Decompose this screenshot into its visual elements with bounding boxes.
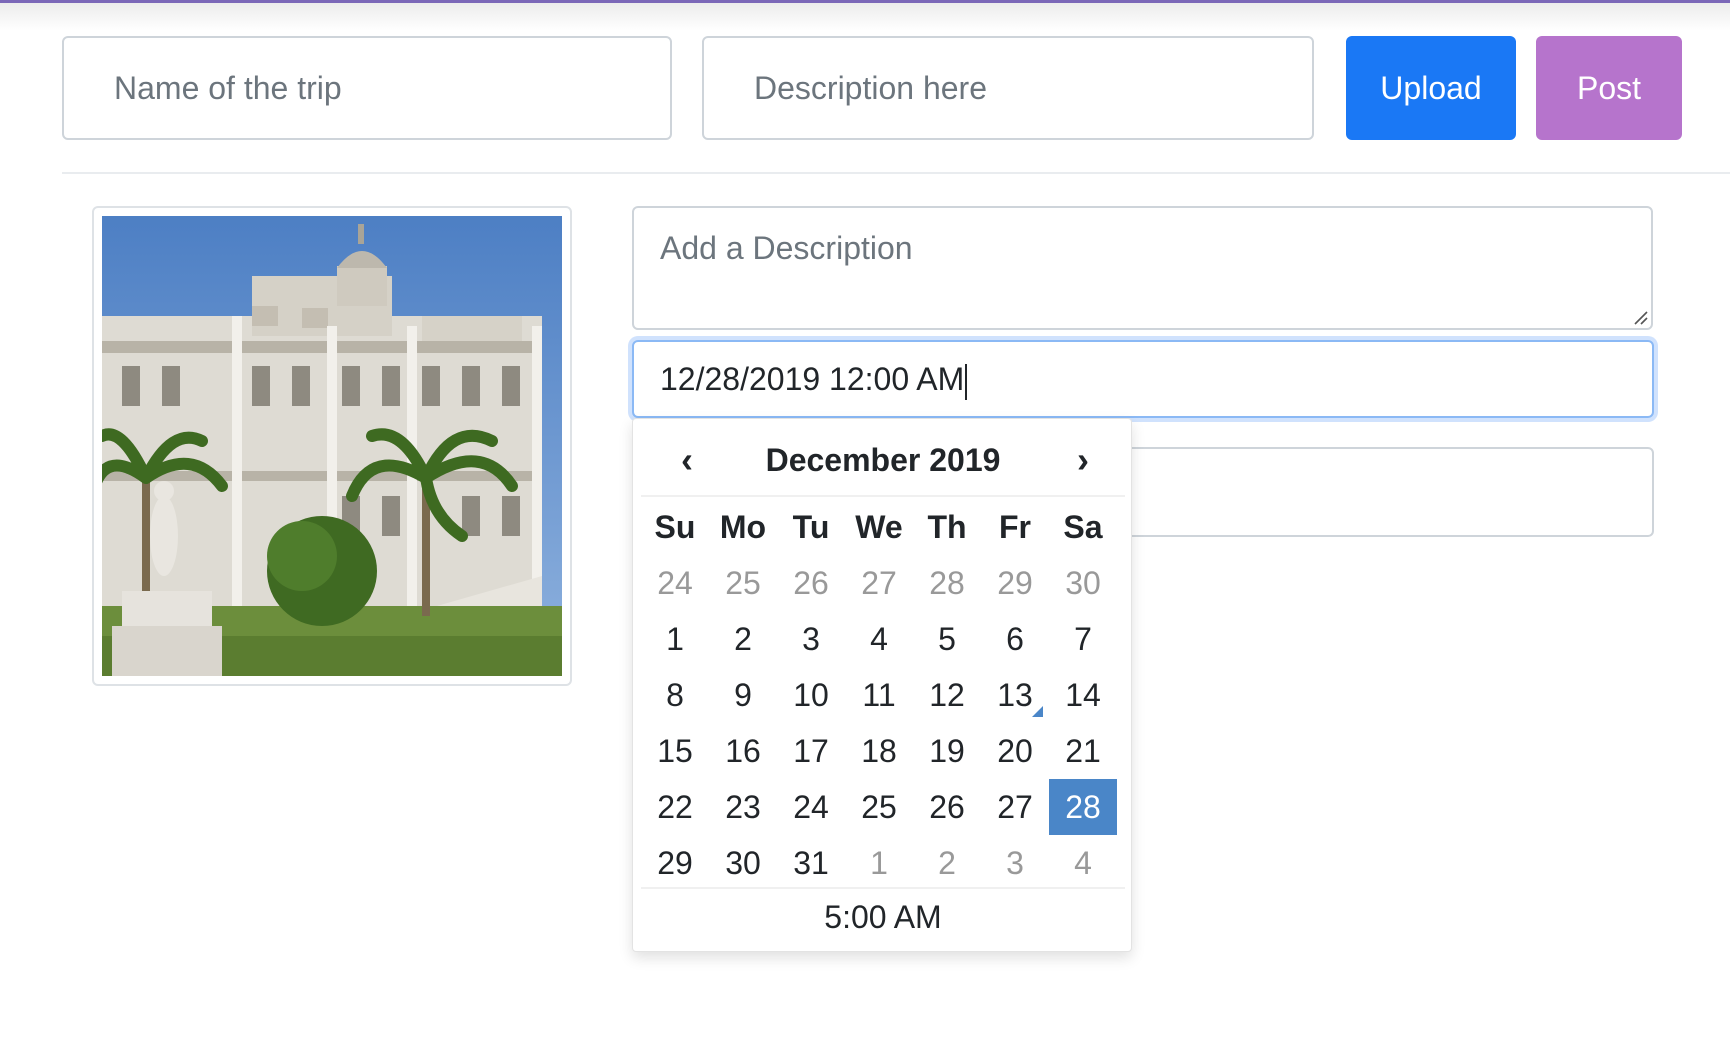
calendar-day[interactable]: 2 — [709, 611, 777, 667]
calendar-day[interactable]: 20 — [981, 723, 1049, 779]
resize-grip-icon[interactable] — [1631, 308, 1649, 326]
calendar-day[interactable]: 9 — [709, 667, 777, 723]
calendar-day[interactable]: 27 — [981, 779, 1049, 835]
chevron-right-icon[interactable]: › — [1053, 435, 1113, 485]
calendar-day[interactable]: 1 — [845, 835, 913, 891]
calendar-grid: 24 25 26 27 28 29 30 1 2 3 4 5 6 7 8 9 10 11 12 13 14 15 16 17 1… — [641, 555, 1125, 891]
divider — [62, 172, 1730, 174]
calendar-day[interactable]: 19 — [913, 723, 981, 779]
weekday-header: Su Mo Tu We Th Fr Sa — [641, 499, 1125, 555]
top-shade — [0, 3, 1730, 31]
calendar-day[interactable]: 4 — [845, 611, 913, 667]
calendar-day[interactable]: 7 — [1049, 611, 1117, 667]
weekday-label: Fr — [999, 509, 1031, 545]
month-title[interactable]: December 2019 — [721, 435, 1045, 485]
calendar-day[interactable]: 30 — [709, 835, 777, 891]
calendar-day-selected[interactable]: 28 — [1049, 779, 1117, 835]
calendar-day[interactable]: 29 — [641, 835, 709, 891]
calendar-week-row: 24 25 26 27 28 29 30 — [641, 555, 1125, 611]
calendar-day[interactable]: 29 — [981, 555, 1049, 611]
date-time-input[interactable]: 12/28/2019 12:00 AM — [632, 340, 1654, 418]
calendar-day[interactable]: 3 — [777, 611, 845, 667]
calendar-day[interactable]: 3 — [981, 835, 1049, 891]
calendar-day[interactable]: 24 — [777, 779, 845, 835]
calendar-week-row: 8 9 10 11 12 13 14 — [641, 667, 1125, 723]
calendar-day[interactable]: 24 — [641, 555, 709, 611]
trip-name-input[interactable]: Name of the trip — [62, 36, 672, 140]
calendar-day[interactable]: 18 — [845, 723, 913, 779]
calendar-day[interactable]: 25 — [709, 555, 777, 611]
calendar-week-row: 1234567 — [641, 611, 1125, 667]
calendar-day[interactable]: 1 — [641, 611, 709, 667]
datepicker-header: ‹ December 2019 › — [641, 419, 1125, 497]
date-time-value: 12/28/2019 12:00 AM — [660, 361, 965, 397]
upload-button[interactable]: Upload — [1346, 36, 1516, 140]
calendar-day[interactable]: 16 — [709, 723, 777, 779]
calendar-day[interactable]: 22 — [641, 779, 709, 835]
calendar-day-today[interactable]: 13 — [981, 667, 1049, 723]
palace-photo — [102, 216, 562, 676]
chevron-left-icon[interactable]: ‹ — [657, 435, 717, 485]
calendar-day[interactable]: 2 — [913, 835, 981, 891]
calendar-day[interactable]: 23 — [709, 779, 777, 835]
trip-description-input[interactable]: Description here — [702, 36, 1314, 140]
post-button[interactable]: Post — [1536, 36, 1682, 140]
calendar-day[interactable]: 26 — [913, 779, 981, 835]
calendar-day[interactable]: 8 — [641, 667, 709, 723]
weekday-label: Th — [927, 509, 967, 545]
calendar-day[interactable]: 5 — [913, 611, 981, 667]
weekday-label: Tu — [792, 509, 830, 545]
weekday-label: We — [855, 509, 903, 545]
calendar-day[interactable]: 27 — [845, 555, 913, 611]
calendar-week-row: 29 30 31 1 2 3 4 — [641, 835, 1125, 891]
calendar-day[interactable]: 12 — [913, 667, 981, 723]
description-textarea[interactable]: Add a Description — [632, 206, 1653, 330]
photo-thumbnail — [92, 206, 572, 686]
calendar-week-row: 15 16 17 18 19 20 21 — [641, 723, 1125, 779]
text-caret — [965, 363, 968, 400]
calendar-day[interactable]: 21 — [1049, 723, 1117, 779]
calendar-day[interactable]: 14 — [1049, 667, 1117, 723]
calendar-day[interactable]: 11 — [845, 667, 913, 723]
calendar-day[interactable]: 26 — [777, 555, 845, 611]
calendar-day[interactable]: 4 — [1049, 835, 1117, 891]
datepicker-dropdown: ‹ December 2019 › Su Mo Tu We Th Fr Sa 24 25 26 2… — [632, 418, 1132, 952]
calendar-day[interactable]: 6 — [981, 611, 1049, 667]
description-placeholder: Add a Description — [660, 230, 913, 266]
calendar-week-row: 22 23 24 25 26 27 28 — [641, 779, 1125, 835]
calendar-day[interactable]: 31 — [777, 835, 845, 891]
time-display[interactable]: 5:00 AM — [641, 887, 1125, 943]
calendar-day[interactable]: 15 — [641, 723, 709, 779]
calendar-day[interactable]: 17 — [777, 723, 845, 779]
calendar-day[interactable]: 10 — [777, 667, 845, 723]
weekday-label: Mo — [719, 509, 767, 545]
weekday-label: Sa — [1063, 509, 1103, 545]
weekday-label: Su — [654, 509, 696, 545]
calendar-day[interactable]: 25 — [845, 779, 913, 835]
calendar-day[interactable]: 28 — [913, 555, 981, 611]
calendar-day[interactable]: 30 — [1049, 555, 1117, 611]
